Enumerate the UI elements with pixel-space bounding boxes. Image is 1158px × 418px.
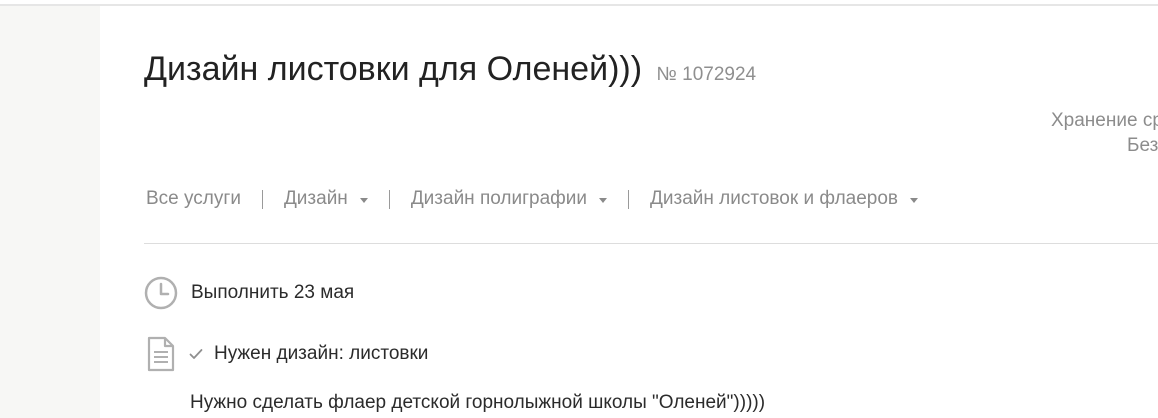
breadcrumb-separator	[388, 189, 390, 209]
requirement-item: Нужен дизайн: листовки	[146, 336, 428, 372]
breadcrumb-separator	[261, 189, 263, 209]
deadline: Выполнить 23 мая	[144, 276, 354, 310]
section-divider	[144, 243, 1158, 244]
order-number: № 1072924	[656, 64, 757, 85]
breadcrumb-label: Дизайн листовок и флаеров	[650, 188, 899, 209]
clock-icon	[144, 276, 178, 310]
breadcrumb-all-services[interactable]: Все услуги	[146, 188, 241, 210]
breadcrumb: Все услуги Дизайн Дизайн полиграфии Диза…	[146, 186, 919, 212]
breadcrumb-separator	[628, 189, 630, 209]
breadcrumb-label: Дизайн полиграфии	[410, 188, 588, 209]
deadline-text: Выполнить 23 мая	[191, 282, 355, 303]
side-info: Хранение ср Без	[1051, 108, 1158, 158]
chevron-down-icon[interactable]	[599, 197, 608, 203]
chevron-down-icon[interactable]	[910, 197, 919, 203]
breadcrumb-print-design[interactable]: Дизайн полиграфии	[410, 188, 608, 210]
document-icon	[147, 336, 175, 372]
breadcrumb-label: Дизайн	[283, 188, 348, 209]
top-border	[0, 4, 1158, 6]
check-icon	[189, 349, 203, 359]
left-sidebar-background	[0, 6, 100, 418]
breadcrumb-label: Все услуги	[146, 188, 241, 209]
order-header: Дизайн листовки для Оленей))) № 1072924	[144, 50, 756, 89]
breadcrumb-flyer-design[interactable]: Дизайн листовок и флаеров	[650, 188, 919, 210]
breadcrumb-design[interactable]: Дизайн	[284, 188, 368, 210]
page-title: Дизайн листовки для Оленей)))	[144, 50, 643, 88]
side-info-line-1: Хранение ср	[1051, 110, 1158, 131]
chevron-down-icon[interactable]	[359, 197, 368, 203]
side-info-line-2: Без	[1127, 135, 1158, 156]
requirement-text: Нужен дизайн: листовки	[214, 343, 429, 364]
order-description: Нужно сделать флаер детской горнолыжной …	[190, 392, 766, 413]
